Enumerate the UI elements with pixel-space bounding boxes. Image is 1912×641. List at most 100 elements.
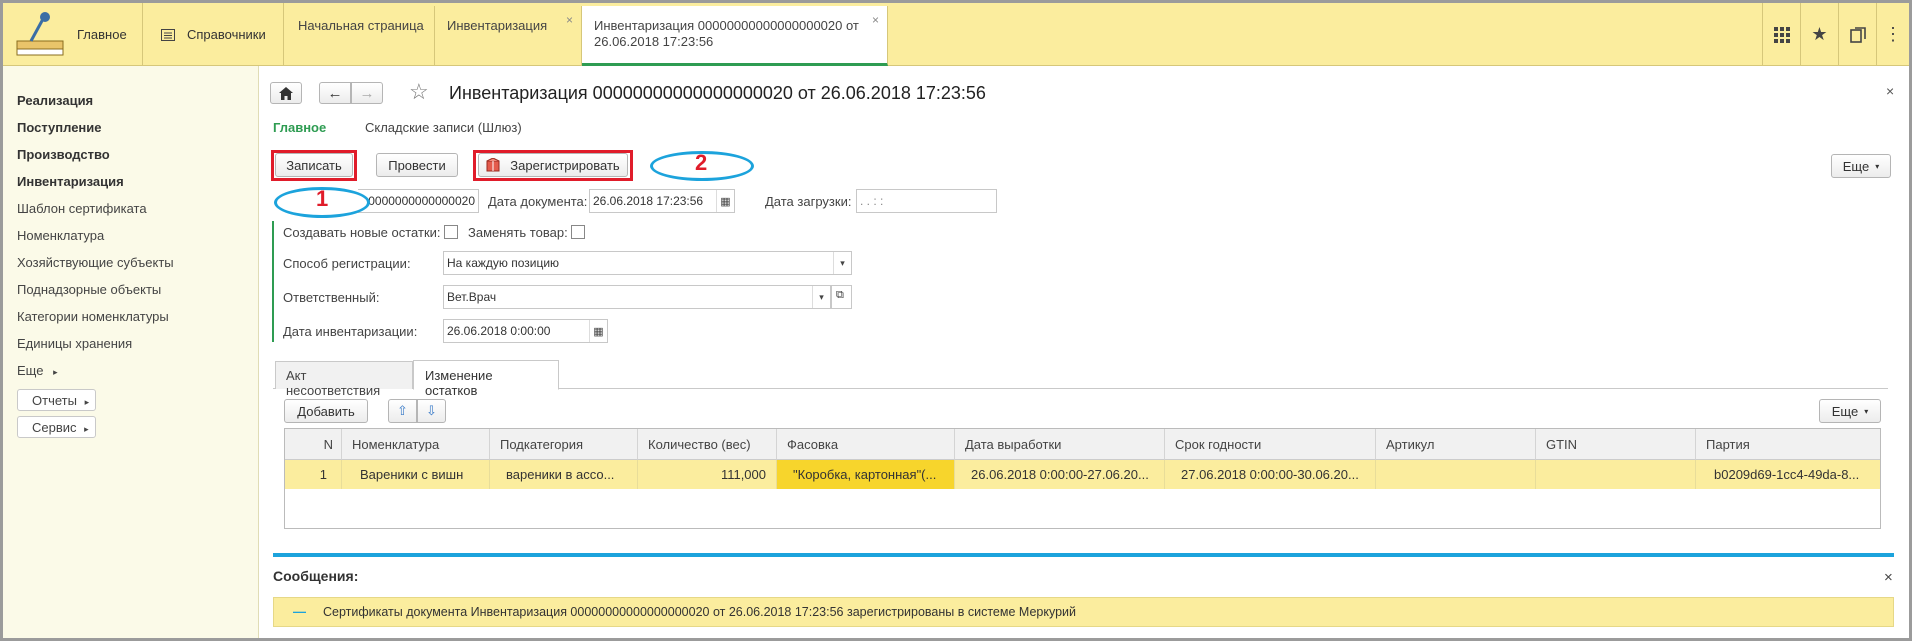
arrow-right-icon: →: [359, 84, 375, 102]
home-logo-icon: [16, 11, 64, 55]
service-label: Сервис: [32, 420, 77, 435]
favorite-star-icon[interactable]: ☆: [409, 79, 429, 105]
column-header-batch[interactable]: Партия: [1696, 429, 1880, 460]
more-button[interactable]: Еще ▾: [1831, 154, 1891, 178]
sidebar-item-receipt[interactable]: Поступление: [17, 120, 102, 135]
create-new-rests-checkbox[interactable]: [444, 225, 458, 239]
registration-method-select[interactable]: На каждую позицию ▾: [443, 251, 852, 275]
messages-title: Сообщения:: [273, 568, 359, 584]
tab-mismatch-act[interactable]: Акт несоответствия: [275, 361, 413, 398]
subtab-warehouse-records[interactable]: Складские записи (Шлюз): [365, 120, 522, 135]
column-header-subcategory[interactable]: Подкатегория: [490, 429, 638, 460]
cell-article[interactable]: [1376, 460, 1536, 489]
caret-down-icon: ▾: [1864, 406, 1869, 416]
column-header-production-date[interactable]: Дата выработки: [955, 429, 1165, 460]
sidebar-item-business-entities[interactable]: Хозяйствующие субъекты: [17, 255, 174, 270]
sidebar-item-more[interactable]: Еще ▸: [17, 363, 58, 378]
reports-button[interactable]: Отчеты ▸: [17, 389, 96, 411]
list-icon: [161, 28, 175, 41]
favorites-star-icon[interactable]: ★: [1800, 3, 1838, 66]
tab-close-icon[interactable]: ×: [872, 12, 879, 28]
post-button[interactable]: Провести: [376, 153, 458, 177]
home-section-label: Главное: [77, 27, 127, 42]
sidebar-item-nomenclature[interactable]: Номенклатура: [17, 228, 104, 243]
tab-inventory-document[interactable]: Инвентаризация 00000000000000000020 от 2…: [582, 6, 888, 66]
caret-down-icon: ▾: [1875, 161, 1880, 171]
sidebar-item-nomenclature-categories[interactable]: Категории номенклатуры: [17, 309, 169, 324]
subtab-main[interactable]: Главное: [273, 120, 326, 135]
reports-label: Отчеты: [32, 393, 77, 408]
responsible-select[interactable]: Вет.Врач ▾: [443, 285, 831, 309]
sidebar-item-inventory[interactable]: Инвентаризация: [17, 174, 124, 189]
home-icon: [279, 86, 293, 100]
back-button[interactable]: ←: [319, 82, 351, 104]
column-header-gtin[interactable]: GTIN: [1536, 429, 1696, 460]
table-more-button[interactable]: Еще ▾: [1819, 399, 1881, 423]
message-item[interactable]: — Сертификаты документа Инвентаризация 0…: [273, 597, 1894, 627]
messages-close-icon[interactable]: ×: [1884, 569, 1893, 586]
sidebar-item-sales[interactable]: Реализация: [17, 93, 93, 108]
message-text: Сертификаты документа Инвентаризация 000…: [323, 605, 1076, 619]
caret-right-icon: ▸: [53, 367, 58, 377]
document-number-field[interactable]: 0000000000000020: [358, 189, 479, 213]
column-header-article[interactable]: Артикул: [1376, 429, 1536, 460]
references-section-label: Справочники: [187, 27, 266, 42]
chevron-down-icon[interactable]: ▾: [812, 286, 830, 308]
cell-subcategory[interactable]: вареники в ассо...: [490, 460, 638, 489]
cell-quantity[interactable]: 111,000: [638, 460, 777, 489]
chevron-down-icon[interactable]: ▾: [833, 252, 851, 274]
close-document-icon[interactable]: ×: [1886, 83, 1894, 99]
add-row-button[interactable]: Добавить: [284, 399, 368, 423]
cell-expiry-date[interactable]: 27.06.2018 0:00:00-30.06.20...: [1165, 460, 1376, 489]
calendar-icon[interactable]: ▦: [589, 320, 607, 342]
document-date-field[interactable]: 26.06.2018 17:23:56 ▦: [589, 189, 735, 213]
column-header-quantity[interactable]: Количество (вес): [638, 429, 777, 460]
sidebar-item-certificate-template[interactable]: Шаблон сертификата: [17, 201, 147, 216]
column-header-expiry-date[interactable]: Срок годности: [1165, 429, 1376, 460]
document-date-label: Дата документа:: [488, 194, 588, 209]
cell-batch[interactable]: b0209d69-1cc4-49da-8...: [1696, 460, 1880, 489]
messages-divider: [273, 553, 1894, 557]
group-accent-bar: [272, 221, 274, 342]
tab-close-icon[interactable]: ×: [566, 12, 573, 28]
open-link-icon[interactable]: ⧉: [831, 285, 852, 309]
cell-n[interactable]: 1: [285, 460, 342, 489]
tab-rest-changes[interactable]: Изменение остатков: [413, 360, 559, 398]
cell-production-date[interactable]: 26.06.2018 0:00:00-27.06.20...: [955, 460, 1165, 489]
caret-right-icon: ▸: [84, 424, 89, 434]
replace-goods-checkbox[interactable]: [571, 225, 585, 239]
sidebar-item-production[interactable]: Производство: [17, 147, 110, 162]
home-section-button[interactable]: Главное: [3, 3, 143, 66]
replace-goods-label: Заменять товар:: [468, 225, 568, 240]
menu-dots-icon[interactable]: ⋮: [1876, 3, 1909, 66]
column-header-packing[interactable]: Фасовка: [777, 429, 955, 460]
load-date-label: Дата загрузки:: [765, 194, 852, 209]
calendar-icon[interactable]: ▦: [716, 190, 734, 212]
column-header-nomenclature[interactable]: Номенклатура: [342, 429, 490, 460]
annotation-number-one: 1: [316, 186, 329, 211]
references-section-button[interactable]: Справочники: [143, 3, 284, 66]
sidebar-item-storage-units[interactable]: Единицы хранения: [17, 336, 132, 351]
sidebar-item-supervised-objects[interactable]: Поднадзорные объекты: [17, 282, 161, 297]
service-button[interactable]: Сервис ▸: [17, 416, 96, 438]
load-date-field[interactable]: . . : :: [856, 189, 997, 213]
registration-method-value: На каждую позицию: [447, 256, 560, 270]
cell-gtin[interactable]: [1536, 460, 1696, 489]
cell-packing[interactable]: "Коробка, картонная"(...: [777, 460, 955, 489]
annotation-number-two: 2: [695, 150, 708, 175]
apps-grid-icon[interactable]: [1762, 3, 1800, 66]
move-down-button[interactable]: ⇩: [417, 399, 446, 423]
tab-inventory-list[interactable]: Инвентаризация ×: [435, 6, 582, 66]
cell-nomenclature[interactable]: Вареники с вишн: [342, 460, 490, 489]
inventory-date-field[interactable]: 26.06.2018 0:00:00 ▦: [443, 319, 608, 343]
column-header-n[interactable]: N: [285, 429, 342, 460]
home-button[interactable]: [270, 82, 302, 104]
document-date-value: 26.06.2018 17:23:56: [593, 194, 704, 208]
tab-start-page[interactable]: Начальная страница: [286, 6, 435, 66]
move-up-button[interactable]: ⇧: [388, 399, 417, 423]
caret-right-icon: ▸: [84, 397, 90, 407]
history-icon[interactable]: [1838, 3, 1876, 66]
more-button-label: Еще: [1842, 158, 1870, 174]
forward-button[interactable]: →: [351, 82, 383, 104]
arrow-left-icon: ←: [327, 84, 343, 102]
